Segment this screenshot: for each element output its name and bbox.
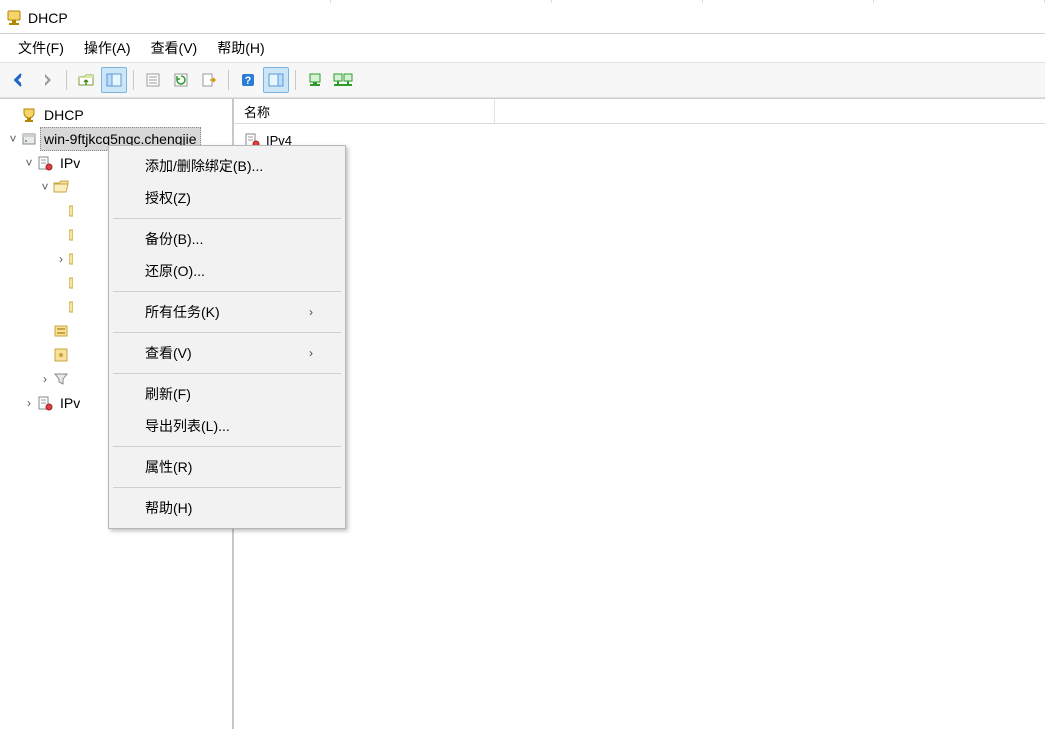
ctx-authorize[interactable]: 授权(Z) [111,182,343,214]
ctx-all-tasks[interactable]: 所有任务(K) › [111,296,343,328]
context-menu: 添加/删除绑定(B)... 授权(Z) 备份(B)... 还原(O)... 所有… [108,145,346,529]
toolbar-sep [295,70,296,90]
chevron-right-icon: › [309,305,313,319]
export-list-button[interactable] [196,67,222,93]
folder-open-icon [52,179,70,195]
ctx-help[interactable]: 帮助(H) [111,492,343,524]
dhcp-trophy-icon [20,107,38,123]
add-server-button[interactable] [302,67,328,93]
list-header[interactable]: 名称 [234,99,1045,124]
tree-root-label: DHCP [40,103,88,127]
manage-auth-button[interactable] [330,67,356,93]
ctx-separator [113,487,341,488]
ctx-label: 添加/删除绑定(B)... [145,156,263,176]
ctx-separator [113,291,341,292]
options-icon [52,323,70,339]
menu-view[interactable]: 查看(V) [141,34,208,62]
menu-help[interactable]: 帮助(H) [207,34,274,62]
ctx-view[interactable]: 查看(V) › [111,337,343,369]
nav-forward-button[interactable] [34,67,60,93]
ctx-export-list[interactable]: 导出列表(L)... [111,410,343,442]
folder-up-button[interactable] [73,67,99,93]
ctx-separator [113,218,341,219]
expand-collapse-icon[interactable]: › [38,368,52,390]
dhcp-icon [6,10,22,26]
ctx-label: 刷新(F) [145,384,191,404]
ctx-label: 属性(R) [145,457,192,477]
ctx-label: 帮助(H) [145,498,192,518]
filter-icon [52,371,70,387]
expand-collapse-icon[interactable]: ˅ [6,128,20,150]
expand-collapse-icon[interactable]: › [54,248,68,270]
ctx-label: 备份(B)... [145,229,203,249]
list-pane: 名称 IPv4 [234,99,1045,729]
properties-button[interactable] [140,67,166,93]
toolbar-sep [66,70,67,90]
ctx-label: 授权(Z) [145,188,191,208]
ctx-restore[interactable]: 还原(O)... [111,255,343,287]
menu-bar: 文件(F) 操作(A) 查看(V) 帮助(H) [0,34,1045,62]
toolbar-sep [133,70,134,90]
ctx-add-remove-bindings[interactable]: 添加/删除绑定(B)... [111,150,343,182]
chevron-right-icon: › [309,346,313,360]
title-bar: DHCP [0,3,1045,34]
ctx-separator [113,332,341,333]
show-hide-tree-button[interactable] [101,67,127,93]
svg-text:?: ? [245,75,252,87]
list-row[interactable]: IPv4 [240,128,1039,152]
item-stub-icon [68,251,74,267]
policies-icon [52,347,70,363]
server-node-icon [36,155,54,171]
column-name[interactable]: 名称 [234,99,495,123]
ctx-separator [113,446,341,447]
item-stub-icon [68,203,74,219]
refresh-button[interactable] [168,67,194,93]
show-hide-action-pane-button[interactable] [263,67,289,93]
expand-collapse-icon[interactable]: ˅ [38,176,52,198]
server-icon [20,131,38,147]
ctx-refresh[interactable]: 刷新(F) [111,378,343,410]
server-node-icon [36,395,54,411]
item-stub-icon [68,275,74,291]
item-stub-icon [68,227,74,243]
tree-ipv6-label: IPv [56,391,84,415]
toolbar: ? [0,62,1045,98]
ctx-backup[interactable]: 备份(B)... [111,223,343,255]
expand-collapse-icon[interactable]: ˅ [22,152,36,174]
ctx-label: 还原(O)... [145,261,205,281]
help-button[interactable]: ? [235,67,261,93]
nav-back-button[interactable] [6,67,32,93]
list-body[interactable]: IPv4 [234,124,1045,729]
expand-collapse-icon[interactable]: › [22,392,36,414]
window-title: DHCP [28,10,68,26]
toolbar-sep [228,70,229,90]
tree-ipv4-label: IPv [56,151,84,175]
ctx-separator [113,373,341,374]
ctx-label: 导出列表(L)... [145,416,230,436]
menu-file[interactable]: 文件(F) [8,34,74,62]
item-stub-icon [68,299,74,315]
ctx-label: 所有任务(K) [145,302,220,322]
menu-action[interactable]: 操作(A) [74,34,141,62]
ctx-properties[interactable]: 属性(R) [111,451,343,483]
ctx-label: 查看(V) [145,343,192,363]
tree-root-dhcp[interactable]: DHCP [2,103,230,127]
